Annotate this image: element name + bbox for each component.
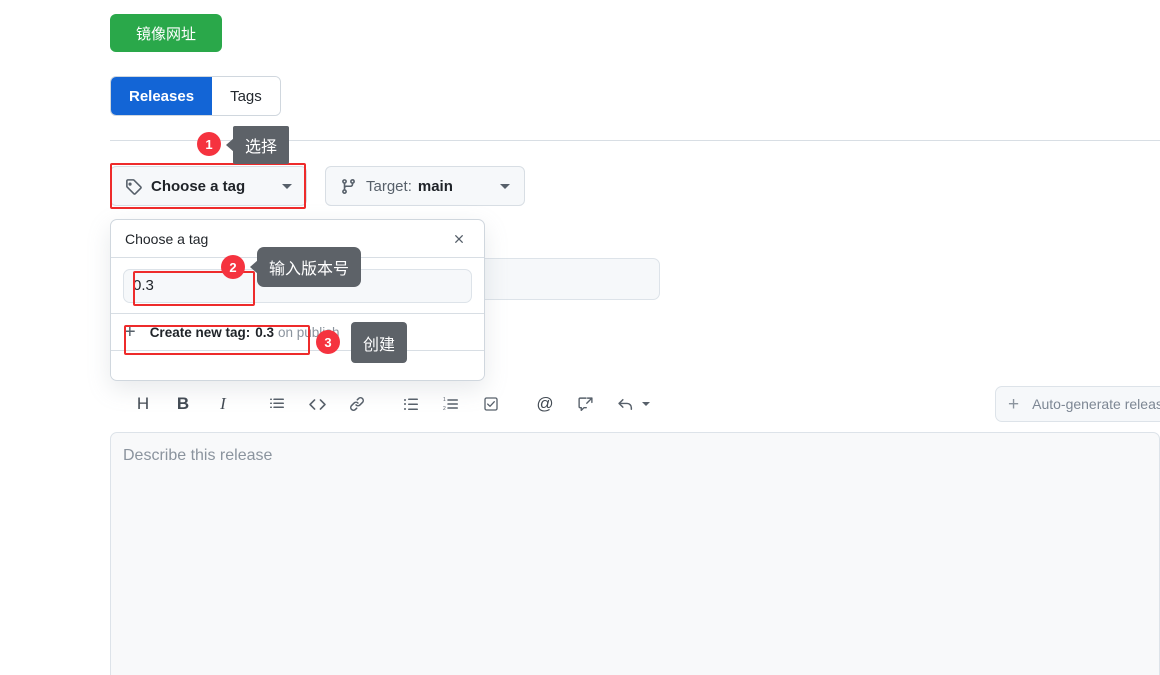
create-tag-prefix: Create new tag:: [149, 324, 251, 340]
step-badge-1: 1: [197, 132, 221, 156]
tooltip-step-3: 创建: [351, 322, 408, 363]
close-icon[interactable]: [448, 228, 470, 250]
target-label: Target:: [366, 177, 412, 195]
quote-icon[interactable]: [262, 389, 292, 419]
tooltip-step-1: 选择: [233, 126, 290, 164]
create-new-tag-option[interactable]: + Create new tag: 0.3 on publish: [111, 314, 484, 351]
page-root: 镜像网址 Releases Tags Choose a tag Target: …: [0, 0, 1160, 675]
task-list-icon[interactable]: [476, 389, 506, 419]
tag-icon: [125, 178, 142, 195]
release-description-textarea[interactable]: [110, 432, 1160, 675]
ordered-list-icon[interactable]: 1 2: [436, 389, 466, 419]
heading-icon[interactable]: H: [128, 389, 158, 419]
choose-tag-button[interactable]: Choose a tag: [110, 166, 307, 206]
tooltip-arrow-2: [250, 260, 258, 274]
tooltip-arrow-1: [226, 138, 234, 152]
auto-generate-label: Auto-generate release notes: [1032, 396, 1160, 412]
auto-generate-release-notes-button[interactable]: + Auto-generate release notes: [995, 386, 1160, 422]
italic-icon[interactable]: I: [208, 389, 238, 419]
svg-text:1: 1: [443, 397, 446, 403]
dropdown-footer: [111, 351, 484, 379]
link-icon[interactable]: [342, 389, 372, 419]
chevron-down-icon[interactable]: [642, 402, 650, 406]
plus-icon: +: [1008, 393, 1020, 415]
svg-text:2: 2: [443, 406, 446, 412]
saved-replies-icon[interactable]: [610, 389, 640, 419]
tooltip-step-2: 输入版本号: [257, 247, 362, 287]
step-badge-3: 3: [316, 330, 340, 354]
target-branch-button[interactable]: Target: main: [325, 166, 525, 206]
code-icon[interactable]: [302, 389, 332, 419]
dropdown-title: Choose a tag: [125, 230, 209, 247]
choose-tag-dropdown: Choose a tag + Create new tag: 0.3 on pu…: [110, 219, 485, 381]
tab-tags[interactable]: Tags: [212, 77, 280, 115]
unordered-list-icon[interactable]: [396, 389, 426, 419]
git-branch-icon: [340, 178, 357, 195]
chevron-down-icon: [282, 183, 292, 189]
cross-reference-icon[interactable]: [570, 389, 600, 419]
tab-releases[interactable]: Releases: [111, 77, 213, 115]
choose-tag-label: Choose a tag: [151, 177, 246, 195]
releases-tags-segmented-control: Releases Tags: [110, 76, 281, 116]
bold-icon[interactable]: B: [168, 389, 198, 419]
chevron-down-icon: [500, 183, 510, 189]
target-value: main: [417, 177, 453, 195]
create-tag-value: 0.3: [255, 324, 274, 340]
step-badge-2: 2: [221, 255, 245, 279]
plus-icon: +: [124, 321, 136, 343]
mirror-url-button[interactable]: 镜像网址: [110, 14, 222, 52]
mention-icon[interactable]: @: [530, 389, 560, 419]
